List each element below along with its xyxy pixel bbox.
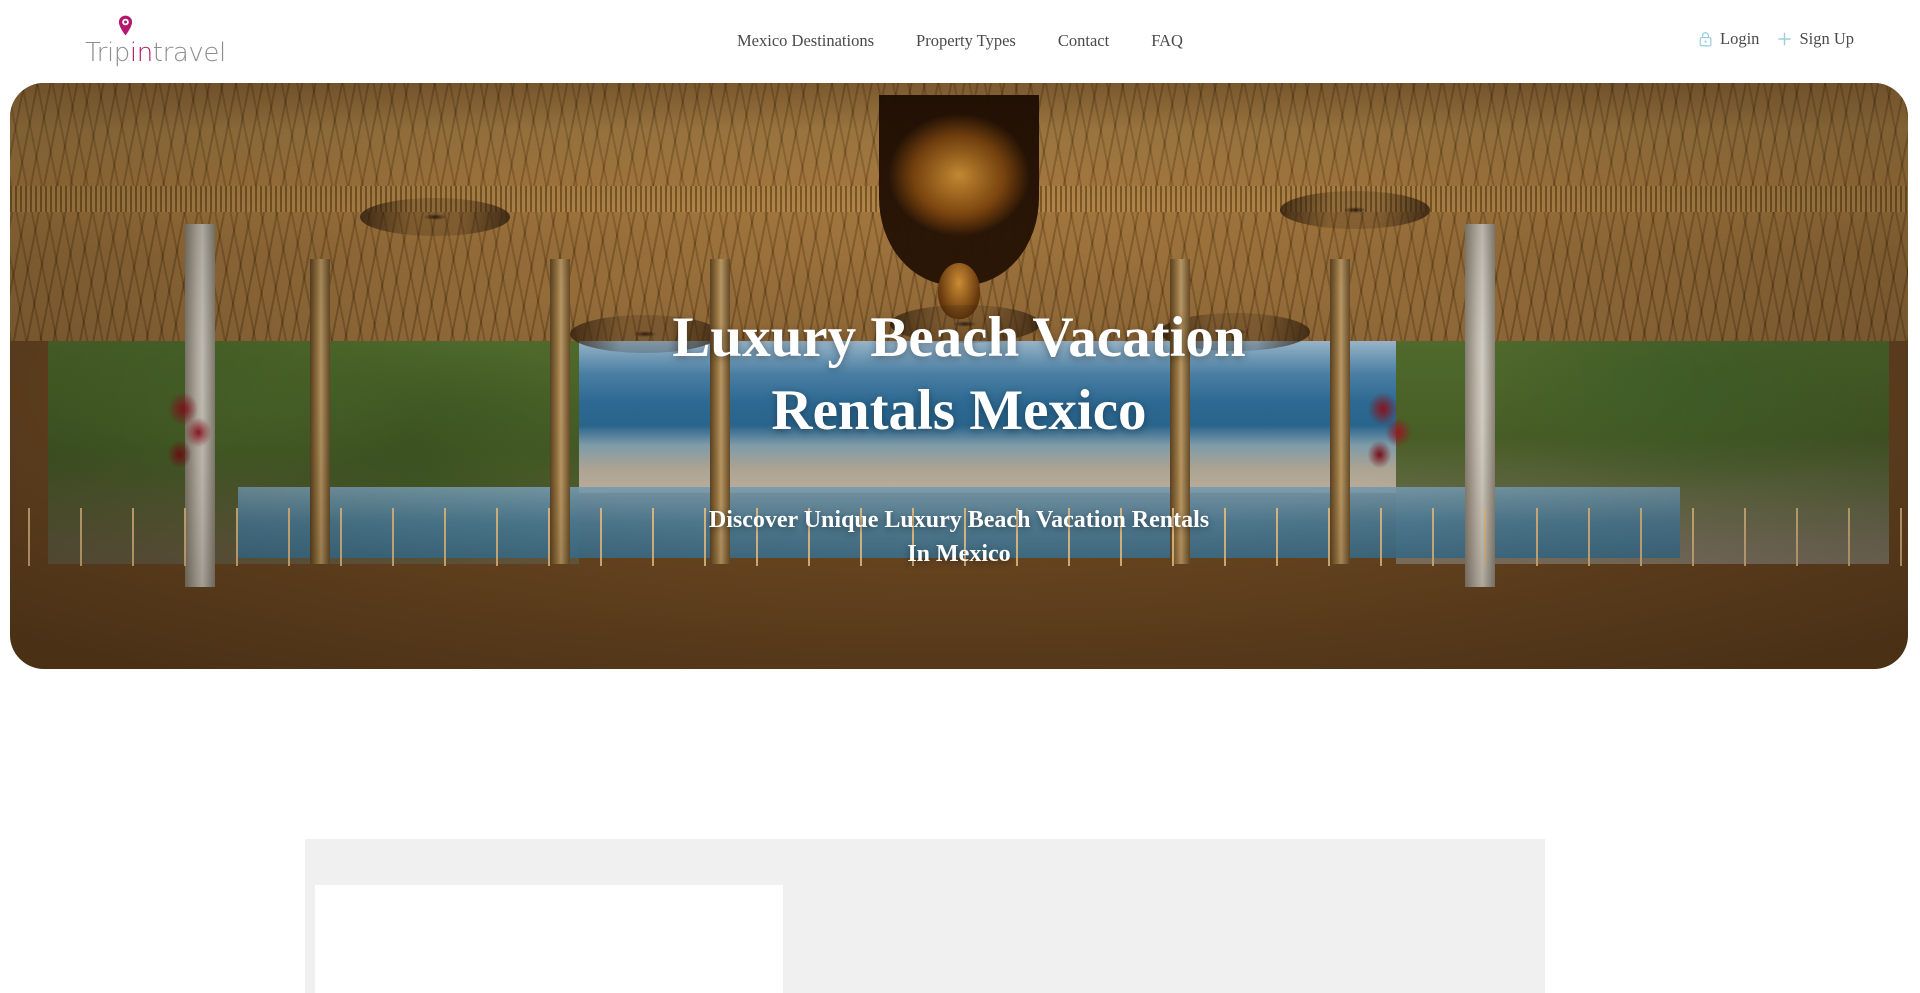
signup-label: Sign Up — [1799, 29, 1854, 48]
main-navigation: Mexico Destinations Property Types Conta… — [0, 30, 1920, 52]
hero-banner: Luxury Beach Vacation Rentals Mexico Dis… — [10, 83, 1908, 669]
hero-subtitle-line-2: In Mexico — [907, 541, 1011, 567]
login-label: Login — [1720, 29, 1760, 48]
hero-title-line-2: Rentals Mexico — [771, 379, 1147, 442]
plus-icon — [1777, 31, 1792, 47]
hero-subtitle: Discover Unique Luxury Beach Vacation Re… — [709, 503, 1209, 571]
site-header: Tripintravel Mexico Destinations Propert… — [0, 0, 1920, 83]
hero-content: Luxury Beach Vacation Rentals Mexico Dis… — [10, 83, 1908, 669]
hero-title-line-1: Luxury Beach Vacation — [672, 306, 1246, 369]
auth-actions: Login Sign Up — [1698, 29, 1854, 49]
search-card[interactable] — [315, 885, 783, 993]
nav-item-faq[interactable]: FAQ — [1130, 30, 1204, 52]
nav-item-contact[interactable]: Contact — [1037, 30, 1130, 52]
nav-item-mexico-destinations[interactable]: Mexico Destinations — [716, 30, 895, 52]
nav-item-property-types[interactable]: Property Types — [895, 30, 1037, 52]
login-link[interactable]: Login — [1698, 29, 1759, 49]
signup-link[interactable]: Sign Up — [1777, 29, 1854, 49]
hero-subtitle-line-1: Discover Unique Luxury Beach Vacation Re… — [708, 507, 1210, 533]
hero-title: Luxury Beach Vacation Rentals Mexico — [672, 301, 1245, 447]
lock-icon — [1698, 31, 1713, 47]
